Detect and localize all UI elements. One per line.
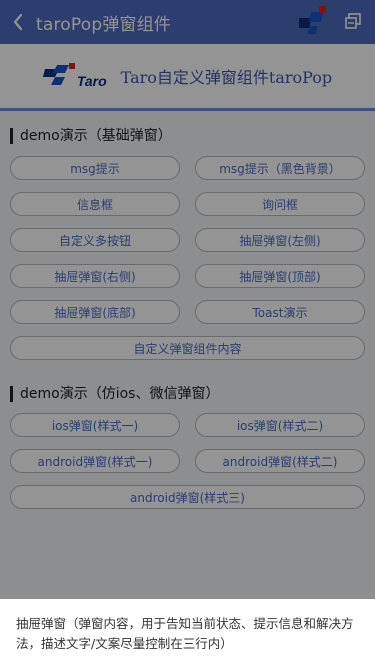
modal-overlay[interactable] [0,0,375,599]
popup-text: 抽屉弹窗（弹窗内容，用于告知当前状态、提示信息和解决方法，描述文字/文案尽量控制… [16,616,354,651]
bottom-drawer-popup: 抽屉弹窗（弹窗内容，用于告知当前状态、提示信息和解决方法，描述文字/文案尽量控制… [0,599,375,667]
